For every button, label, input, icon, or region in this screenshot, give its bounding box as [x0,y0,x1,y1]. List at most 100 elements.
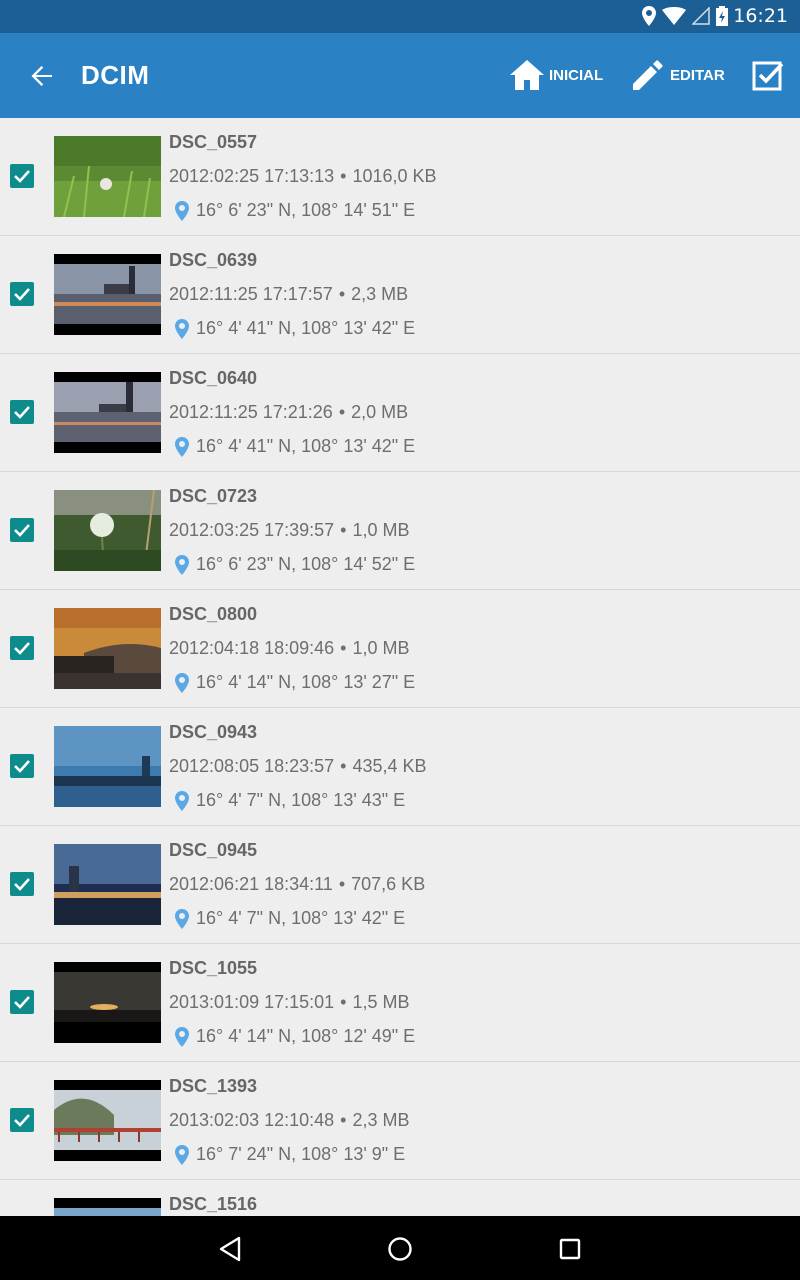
item-checkbox[interactable] [10,754,34,778]
file-size: 1016,0 KB [352,166,437,186]
separator-dot: • [338,402,346,422]
file-date: 2012:03:25 17:39:57 [169,520,335,540]
item-checkbox[interactable] [10,636,34,660]
clock: 16:21 [733,5,788,27]
location-text: 16° 6' 23" N, 108° 14' 52" E [196,554,416,574]
map-pin-icon [175,1144,189,1165]
file-size: 1,5 MB [352,992,410,1012]
system-nav-bar [0,1216,800,1280]
separator-dot: • [338,284,346,304]
file-name: DSC_0640 [169,368,258,388]
file-location: 16° 7' 24" N, 108° 13' 9" E [175,1144,405,1165]
file-location: 16° 4' 14" N, 108° 13' 27" E [175,672,415,693]
edit-button-label: EDITAR [670,66,725,84]
file-date: 2012:04:18 18:09:46 [169,638,335,658]
file-size: 435,4 KB [352,756,427,776]
photo-thumbnail [54,1080,161,1161]
nav-back-icon[interactable] [218,1236,242,1262]
list-item[interactable]: DSC_1393 2013:02:03 12:10:48 • 2,3 MB 16° … [0,1062,800,1180]
map-pin-icon [175,318,189,339]
file-size: 1,0 MB [352,638,410,658]
file-meta: 2012:03:25 17:39:57 • 1,0 MB [169,520,410,541]
location-text: 16° 7' 24" N, 108° 13' 9" E [196,1144,406,1164]
separator-dot: • [338,874,346,894]
app-bar: DCIM INICIAL EDITAR [0,33,800,118]
list-item[interactable]: DSC_0800 2012:04:18 18:09:46 • 1,0 MB 16° … [0,590,800,708]
list-item[interactable]: DSC_0557 2012:02:25 17:13:13 • 1016,0 KB 1… [0,118,800,236]
location-text: 16° 6' 23" N, 108° 14' 51" E [196,200,416,220]
nav-recents-icon[interactable] [559,1238,581,1260]
file-location: 16° 4' 41" N, 108° 13' 42" E [175,436,415,457]
photo-thumbnail [54,372,161,453]
item-checkbox[interactable] [10,872,34,896]
file-name: DSC_0945 [169,840,258,860]
location-text: 16° 4' 14" N, 108° 12' 49" E [196,1026,416,1046]
map-pin-icon [175,908,189,929]
item-checkbox[interactable] [10,990,34,1014]
file-meta: 2012:11:25 17:21:26 • 2,0 MB [169,402,408,423]
photo-thumbnail [54,844,161,925]
file-date: 2012:06:21 18:34:11 [169,874,333,894]
list-item[interactable]: DSC_1516 [0,1180,800,1216]
location-text: 16° 4' 7" N, 108° 13' 42" E [196,908,406,928]
file-size: 2,0 MB [351,402,409,422]
photo-thumbnail [54,254,161,335]
file-size: 2,3 MB [352,1110,410,1130]
item-checkbox[interactable] [10,518,34,542]
map-pin-icon [175,1026,189,1047]
file-name: DSC_0943 [169,722,258,742]
home-icon [510,60,544,90]
cell-signal-icon [692,7,710,25]
file-name: DSC_0800 [169,604,258,624]
list-item[interactable]: DSC_0639 2012:11:25 17:17:57 • 2,3 MB 16° … [0,236,800,354]
item-checkbox[interactable] [10,164,34,188]
item-checkbox[interactable] [10,1108,34,1132]
select-all-button[interactable] [752,55,784,95]
status-icons [642,5,728,27]
list-item[interactable]: DSC_0943 2012:08:05 18:23:57 • 435,4 KB 16… [0,708,800,826]
status-bar: 16:21 [0,0,800,33]
separator-dot: • [340,756,347,776]
file-name: DSC_1055 [169,958,258,978]
map-pin-icon [175,790,189,811]
location-icon [642,6,656,26]
separator-dot: • [340,166,347,186]
file-name: DSC_1393 [169,1076,258,1096]
photo-thumbnail [54,608,161,689]
edit-button[interactable]: EDITAR [630,55,725,95]
map-pin-icon [175,200,189,221]
file-date: 2012:11:25 17:17:57 [169,284,333,304]
battery-charging-icon [716,6,728,26]
map-pin-icon [175,436,189,457]
folder-title: DCIM [81,60,150,90]
file-date: 2012:02:25 17:13:13 [169,166,335,186]
file-location: 16° 4' 14" N, 108° 12' 49" E [175,1026,415,1047]
file-location: 16° 4' 7" N, 108° 13' 42" E [175,908,405,929]
arrow-left-icon[interactable] [28,62,56,90]
separator-dot: • [340,1110,347,1130]
photo-thumbnail [54,726,161,807]
file-meta: 2012:11:25 17:17:57 • 2,3 MB [169,284,408,305]
photo-thumbnail [54,962,161,1043]
file-date: 2013:02:03 12:10:48 [169,1110,335,1130]
photo-thumbnail [54,136,161,217]
file-meta: 2012:04:18 18:09:46 • 1,0 MB [169,638,410,659]
file-name: DSC_0723 [169,486,258,506]
home-button[interactable]: INICIAL [509,55,603,95]
file-name: DSC_0639 [169,250,258,270]
file-size: 2,3 MB [351,284,409,304]
checkbox-icon [752,61,784,91]
list-item[interactable]: DSC_0723 2012:03:25 17:39:57 • 1,0 MB 16° … [0,472,800,590]
item-checkbox[interactable] [10,400,34,424]
location-text: 16° 4' 7" N, 108° 13' 43" E [196,790,406,810]
photo-thumbnail [54,490,161,571]
file-name: DSC_0557 [169,132,258,152]
file-date: 2012:11:25 17:21:26 [169,402,333,422]
file-name: DSC_1516 [169,1194,258,1214]
nav-home-icon[interactable] [387,1236,413,1262]
list-item[interactable]: DSC_0945 2012:06:21 18:34:11 • 707,6 KB 16… [0,826,800,944]
home-button-label: INICIAL [549,66,604,84]
list-item[interactable]: DSC_0640 2012:11:25 17:21:26 • 2,0 MB 16° … [0,354,800,472]
list-item[interactable]: DSC_1055 2013:01:09 17:15:01 • 1,5 MB 16° … [0,944,800,1062]
item-checkbox[interactable] [10,282,34,306]
